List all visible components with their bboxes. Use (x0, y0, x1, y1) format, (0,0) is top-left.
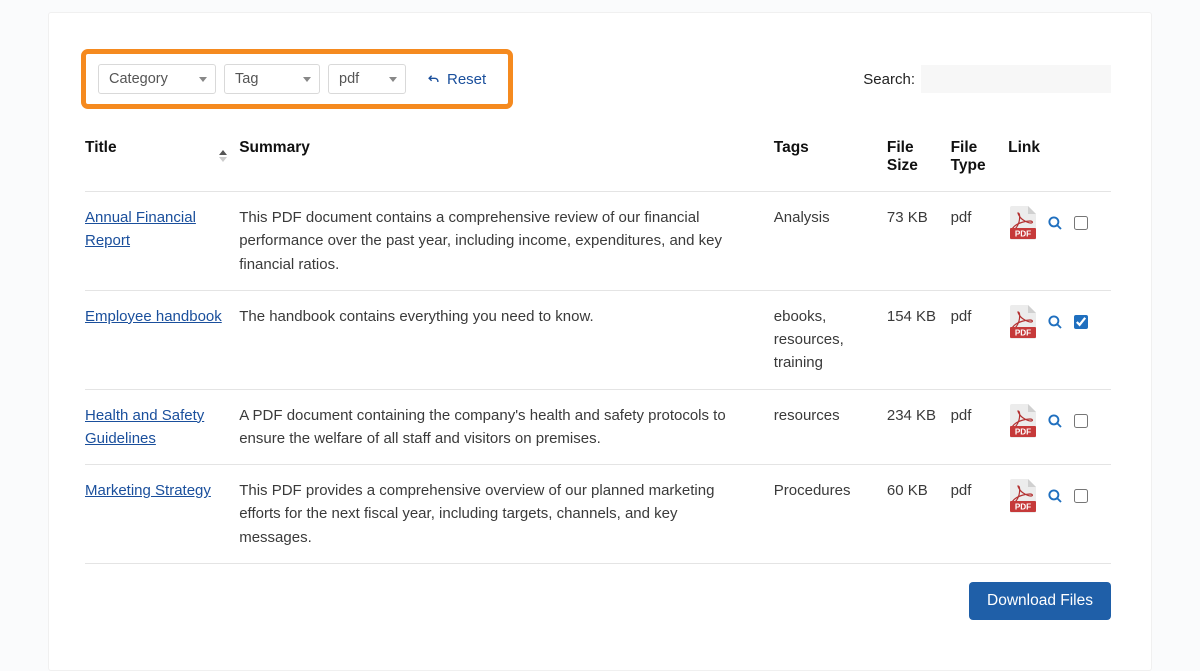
document-summary: This PDF provides a comprehensive overvi… (239, 465, 774, 564)
document-size: 234 KB (887, 389, 951, 465)
select-row-checkbox[interactable] (1074, 315, 1088, 329)
document-title-link[interactable]: Employee handbook (85, 308, 222, 325)
table-row: Employee handbook The handbook contains e… (85, 290, 1111, 389)
document-title-link[interactable]: Marketing Strategy (85, 482, 211, 499)
column-summary[interactable]: Summary (239, 129, 774, 192)
pdf-file-icon[interactable]: PDF (1008, 206, 1038, 240)
filters-highlighted: Category Tag pdf Reset (81, 49, 513, 109)
chevron-down-icon (303, 77, 311, 82)
table-row: Annual Financial Report This PDF document… (85, 192, 1111, 291)
sort-asc-icon (219, 150, 227, 155)
document-title-link[interactable]: Annual Financial Report (85, 209, 196, 249)
reset-label: Reset (447, 71, 486, 88)
chevron-down-icon (389, 77, 397, 82)
document-tags: Procedures (774, 465, 887, 564)
column-title[interactable]: Title (85, 129, 239, 192)
search-input[interactable] (921, 65, 1111, 93)
document-tags: Analysis (774, 192, 887, 291)
chevron-down-icon (199, 77, 207, 82)
svg-text:PDF: PDF (1015, 328, 1031, 337)
documents-panel: Category Tag pdf Reset Search: (48, 12, 1152, 671)
filetype-label: pdf (339, 71, 359, 87)
pdf-file-icon[interactable]: PDF (1008, 305, 1038, 339)
table-footer: Download Files (85, 582, 1111, 620)
column-type[interactable]: File Type (951, 129, 1009, 192)
document-summary: This PDF document contains a comprehensi… (239, 192, 774, 291)
search-label: Search: (863, 71, 915, 88)
preview-icon[interactable] (1046, 313, 1064, 331)
tag-dropdown[interactable]: Tag (224, 64, 320, 94)
tag-label: Tag (235, 71, 258, 87)
document-type: pdf (951, 389, 1009, 465)
column-link: Link (1008, 129, 1111, 192)
document-size: 73 KB (887, 192, 951, 291)
document-size: 60 KB (887, 465, 951, 564)
reset-button[interactable]: Reset (426, 71, 486, 88)
document-summary: A PDF document containing the company's … (239, 389, 774, 465)
svg-text:PDF: PDF (1015, 427, 1031, 436)
sort-indicator (219, 150, 227, 162)
document-size: 154 KB (887, 290, 951, 389)
download-files-button[interactable]: Download Files (969, 582, 1111, 620)
undo-icon (426, 72, 441, 87)
select-row-checkbox[interactable] (1074, 216, 1088, 230)
document-tags: ebooks, resources, training (774, 290, 887, 389)
preview-icon[interactable] (1046, 214, 1064, 232)
column-size[interactable]: File Size (887, 129, 951, 192)
select-row-checkbox[interactable] (1074, 489, 1088, 503)
svg-text:PDF: PDF (1015, 503, 1031, 512)
document-tags: resources (774, 389, 887, 465)
preview-icon[interactable] (1046, 487, 1064, 505)
table-header-row: Title Summary Tags File Size File Type L… (85, 129, 1111, 192)
document-summary: The handbook contains everything you nee… (239, 290, 774, 389)
toolbar: Category Tag pdf Reset Search: (85, 49, 1111, 109)
column-tags[interactable]: Tags (774, 129, 887, 192)
documents-table: Title Summary Tags File Size File Type L… (85, 129, 1111, 564)
document-type: pdf (951, 192, 1009, 291)
svg-text:PDF: PDF (1015, 230, 1031, 239)
pdf-file-icon[interactable]: PDF (1008, 479, 1038, 513)
document-type: pdf (951, 290, 1009, 389)
pdf-file-icon[interactable]: PDF (1008, 404, 1038, 438)
filetype-dropdown[interactable]: pdf (328, 64, 406, 94)
table-row: Marketing Strategy This PDF provides a co… (85, 465, 1111, 564)
search: Search: (863, 65, 1111, 93)
sort-desc-icon (219, 157, 227, 162)
preview-icon[interactable] (1046, 412, 1064, 430)
category-dropdown[interactable]: Category (98, 64, 216, 94)
category-label: Category (109, 71, 168, 87)
select-row-checkbox[interactable] (1074, 414, 1088, 428)
document-type: pdf (951, 465, 1009, 564)
document-title-link[interactable]: Health and Safety Guidelines (85, 407, 204, 447)
table-row: Health and Safety Guidelines A PDF docume… (85, 389, 1111, 465)
